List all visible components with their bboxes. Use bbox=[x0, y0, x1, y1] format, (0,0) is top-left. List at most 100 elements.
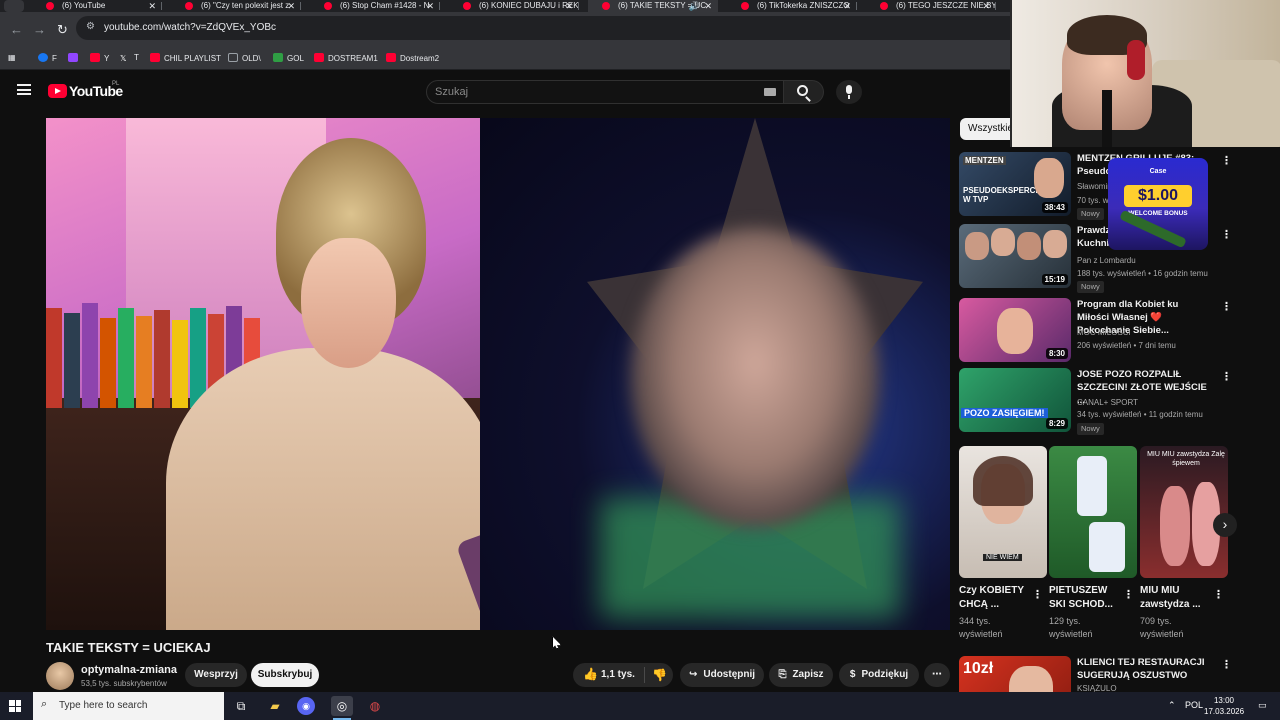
recommendation-channel[interactable]: CANAL+ SPORT bbox=[1077, 398, 1138, 407]
browser-tab[interactable]: (6) Stop Cham #1428 - N ✕ bbox=[310, 0, 440, 12]
short-thumbnail[interactable] bbox=[1049, 446, 1137, 578]
search-field[interactable] bbox=[426, 80, 784, 104]
taskbar-search[interactable]: ⌕ Type here to search bbox=[33, 692, 224, 720]
channel-avatar[interactable] bbox=[46, 662, 74, 690]
browser-tab[interactable]: (6) TEGO JESZCZE NIE BY ✕ bbox=[866, 0, 996, 12]
language-indicator[interactable]: POL bbox=[1185, 700, 1203, 710]
keyboard-icon[interactable] bbox=[764, 88, 776, 96]
forward-icon[interactable]: → bbox=[33, 22, 46, 37]
voice-search-button[interactable] bbox=[836, 80, 862, 104]
browser-tab[interactable]: (6) TikTokerka ZNISZCZO ✕ bbox=[727, 0, 857, 12]
recommendation-title[interactable]: KLIENCI TEJ RESTAURACJI SUGERUJĄ OSZUSTW… bbox=[1077, 656, 1207, 682]
apps-icon[interactable]: ▦ bbox=[8, 53, 16, 62]
share-button[interactable]: ↪ Udostępnij bbox=[680, 663, 764, 687]
video-thumbnail[interactable]: 8:30 bbox=[959, 298, 1071, 362]
search-button[interactable] bbox=[784, 80, 824, 104]
recommendation-channel[interactable]: MOC MIŁOŚCI bbox=[1077, 328, 1131, 337]
channel-name[interactable]: optymalna-zmiana bbox=[81, 664, 177, 676]
recommendation-item[interactable]: 8:30 Program dla Kobiet ku Miłości Własn… bbox=[959, 298, 1249, 364]
bookmark-item[interactable] bbox=[68, 53, 82, 63]
reload-icon[interactable]: ↻ bbox=[57, 22, 68, 38]
speaker-icon[interactable]: 🔊 bbox=[689, 0, 700, 12]
task-view-icon[interactable]: ⧉ bbox=[230, 696, 252, 716]
more-actions-button[interactable]: ⋯ bbox=[924, 663, 950, 687]
close-tab-icon[interactable]: ✕ bbox=[982, 0, 990, 12]
subscribe-button[interactable]: Subskrybuj bbox=[251, 663, 319, 687]
short-thumbnail[interactable]: NIE WIEM bbox=[959, 446, 1047, 578]
like-count[interactable]: 1,1 tys. bbox=[601, 669, 635, 680]
browser-tab-active[interactable]: (6) TAKIE TEKSTY = UC 🔊 ✕ bbox=[588, 0, 718, 12]
more-options-icon[interactable]: ⋮ bbox=[1221, 370, 1232, 383]
close-tab-icon[interactable]: ✕ bbox=[287, 0, 295, 12]
close-tab-icon[interactable]: ✕ bbox=[565, 0, 573, 12]
youtube-icon bbox=[386, 53, 396, 62]
close-tab-icon[interactable]: ✕ bbox=[843, 0, 851, 12]
youtube-icon bbox=[150, 53, 160, 62]
browser-tab[interactable]: (6) "Czy ten polexit jest z ✕ bbox=[171, 0, 301, 12]
youtube-favicon-icon bbox=[741, 2, 749, 10]
menu-icon[interactable] bbox=[17, 84, 31, 95]
bookmark-item[interactable]: DOSTREAM1 bbox=[314, 53, 378, 63]
bookmark-item[interactable]: Dostream2 bbox=[386, 53, 439, 63]
bookmark-item[interactable]: Y bbox=[90, 53, 109, 63]
chrome-icon[interactable]: ◎ bbox=[331, 696, 353, 716]
recommendation-item[interactable]: POZO ZASIĘGIEM! 8:29 JOSE POZO ROZPALIŁ … bbox=[959, 368, 1249, 435]
tray-chevron-icon[interactable]: ⌃ bbox=[1168, 700, 1176, 711]
address-url: youtube.com/watch?v=ZdQVEx_YOBc bbox=[104, 22, 277, 33]
bookmark-item[interactable]: OLD\ bbox=[228, 53, 261, 63]
more-options-icon[interactable]: ⋮ bbox=[1032, 588, 1043, 601]
mouse-cursor bbox=[552, 636, 561, 649]
video-player[interactable] bbox=[46, 118, 950, 630]
obs-icon[interactable]: ◍ bbox=[364, 696, 386, 716]
youtube-favicon-icon bbox=[185, 2, 193, 10]
video-thumbnail[interactable]: POZO ZASIĘGIEM! 8:29 bbox=[959, 368, 1071, 432]
more-options-icon[interactable]: ⋮ bbox=[1221, 154, 1232, 167]
short-title[interactable]: MIU MIU zawstydza ... bbox=[1140, 584, 1215, 612]
save-button[interactable]: ⎘ Zapisz bbox=[769, 663, 833, 687]
support-button[interactable]: Wesprzyj bbox=[185, 663, 247, 687]
bookmark-item[interactable]: CHIL PLAYLIST bbox=[150, 53, 221, 63]
recommendation-channel[interactable]: KSIĄŻULO bbox=[1077, 684, 1117, 692]
back-icon[interactable]: ← bbox=[10, 22, 23, 37]
bookmark-icon: ⎘ bbox=[778, 669, 787, 680]
bookmark-item[interactable]: 𝕏T bbox=[120, 53, 139, 63]
thanks-button[interactable]: $ Podziękuj bbox=[839, 663, 919, 687]
close-tab-icon[interactable]: ✕ bbox=[704, 0, 712, 12]
video-thumbnail[interactable]: 10zł bbox=[959, 656, 1071, 692]
tab-search-button[interactable] bbox=[4, 0, 24, 12]
shorts-next-button[interactable]: › bbox=[1213, 513, 1237, 537]
site-info-icon[interactable]: ⚙ bbox=[86, 21, 95, 32]
close-tab-icon[interactable]: ✕ bbox=[148, 0, 156, 12]
gol-icon bbox=[273, 53, 283, 62]
close-tab-icon[interactable]: ✕ bbox=[426, 0, 434, 12]
video-thumbnail[interactable]: 15:19 bbox=[959, 224, 1071, 288]
dislike-icon[interactable]: 👎 bbox=[652, 668, 667, 682]
discord-icon[interactable]: ◉ bbox=[297, 697, 315, 715]
video-frame-left bbox=[46, 118, 587, 630]
recommendation-channel[interactable]: Pan z Lombardu bbox=[1077, 256, 1136, 265]
more-options-icon[interactable]: ⋮ bbox=[1221, 300, 1232, 313]
system-clock[interactable]: 13:00 17.03.2026 bbox=[1204, 695, 1244, 717]
video-thumbnail[interactable]: MENTZEN PSEUDOEKSPERCI W TVP 38:43 bbox=[959, 152, 1071, 216]
browser-tab[interactable]: (6) YouTube ✕ bbox=[32, 0, 162, 12]
file-explorer-icon[interactable]: ▰ bbox=[264, 696, 286, 716]
more-options-icon[interactable]: ⋮ bbox=[1221, 658, 1232, 671]
bookmark-item[interactable]: F bbox=[38, 53, 57, 63]
casino-ad-overlay[interactable]: Case $1.00 WELCOME BONUS bbox=[1108, 158, 1208, 250]
video-title: TAKIE TEKSTY = UCIEKAJ bbox=[46, 640, 211, 655]
more-options-icon[interactable]: ⋮ bbox=[1221, 228, 1232, 241]
bookmark-item[interactable]: GOL bbox=[273, 53, 304, 63]
notification-icon[interactable]: ▭ bbox=[1258, 700, 1267, 711]
start-button[interactable] bbox=[9, 700, 21, 712]
search-input[interactable] bbox=[435, 84, 755, 100]
short-title[interactable]: Czy KOBIETY CHCĄ ... bbox=[959, 584, 1034, 612]
short-thumbnail[interactable]: MIU MIU zawstydza Zalę śpiewem bbox=[1140, 446, 1228, 578]
youtube-favicon-icon bbox=[463, 2, 471, 10]
more-options-icon[interactable]: ⋮ bbox=[1213, 588, 1224, 601]
like-icon[interactable]: 👍 bbox=[583, 667, 598, 681]
search-icon bbox=[797, 85, 808, 96]
recommendation-item[interactable]: 10zł KLIENCI TEJ RESTAURACJI SUGERUJĄ OS… bbox=[959, 656, 1249, 692]
browser-tab[interactable]: (6) KONIEC DUBAJU i REK ✕ bbox=[449, 0, 579, 12]
more-options-icon[interactable]: ⋮ bbox=[1123, 588, 1134, 601]
short-title[interactable]: PIETUSZEW SKI SCHOD... bbox=[1049, 584, 1124, 612]
